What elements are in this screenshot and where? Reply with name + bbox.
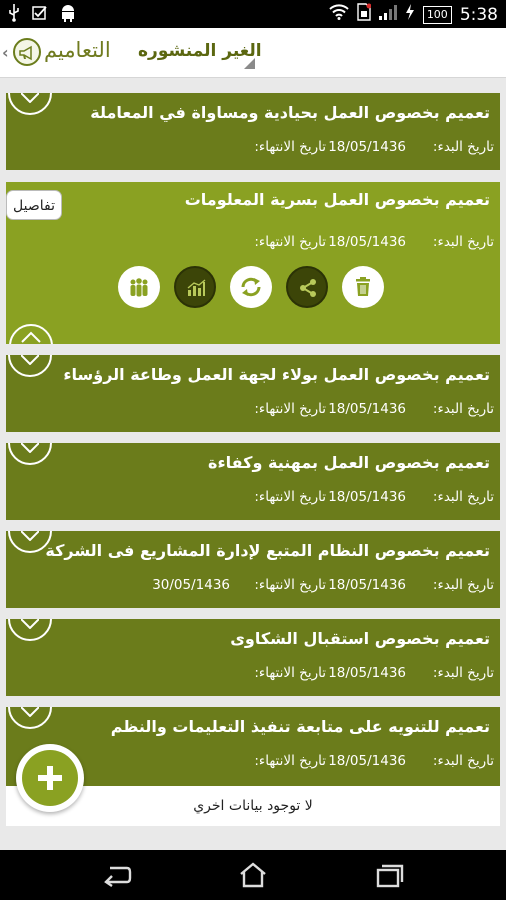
start-date-label: تاريخ البدء: xyxy=(432,489,494,505)
dropdown-caret-icon[interactable] xyxy=(244,58,255,69)
status-bar: 100 5:38 xyxy=(0,0,506,28)
circular-title: تعميم بخصوص استقبال الشكاوى xyxy=(230,629,490,648)
circular-card[interactable]: تعميم بخصوص العمل بمهنية وكفاءة تاريخ ال… xyxy=(6,443,500,520)
start-date-label: تاريخ البدء: xyxy=(432,577,494,593)
wifi-icon xyxy=(329,4,349,25)
circular-title: تعميم بخصوص النظام المتبع لإدارة المشاري… xyxy=(45,541,490,560)
circular-title: تعميم بخصوص العمل بولاء لجهة العمل وطاعة… xyxy=(63,365,490,384)
action-bar: ‹ التعاميم الغير المنشوره xyxy=(0,28,506,78)
expand-arrow-icon[interactable] xyxy=(8,443,52,465)
start-date-label: تاريخ البدء: xyxy=(432,401,494,417)
circular-card[interactable]: تعميم بخصوص النظام المتبع لإدارة المشاري… xyxy=(6,531,500,608)
circular-dates: تاريخ البدء: 18/05/1436 تاريخ الانتهاء: xyxy=(24,139,494,159)
collapse-arrow-icon[interactable] xyxy=(9,324,53,344)
usb-icon xyxy=(8,4,20,27)
page-title: التعاميم xyxy=(44,38,111,62)
signal-icon xyxy=(378,4,397,25)
add-button[interactable] xyxy=(16,744,84,812)
circulars-list[interactable]: تعميم بخصوص العمل بحيادية ومساواة في الم… xyxy=(0,78,506,850)
start-date-value: 18/05/1436 xyxy=(328,577,406,593)
stats-icon[interactable] xyxy=(174,266,216,308)
plus-icon xyxy=(22,750,78,806)
back-icon[interactable] xyxy=(102,862,132,888)
circular-title: تعميم بخصوص العمل بحيادية ومساواة في الم… xyxy=(90,103,490,122)
circular-dates: تاريخ البدء: 18/05/1436 تاريخ الانتهاء: xyxy=(24,234,494,254)
circular-card[interactable]: تعميم بخصوص استقبال الشكاوى تاريخ البدء:… xyxy=(6,619,500,696)
start-date-value: 18/05/1436 xyxy=(328,665,406,681)
start-date-value: 18/05/1436 xyxy=(328,234,406,250)
charging-icon xyxy=(405,4,415,25)
end-date-label: تاريخ الانتهاء: xyxy=(254,489,326,505)
users-icon[interactable] xyxy=(118,266,160,308)
navigation-bar xyxy=(0,850,506,900)
start-date-label: تاريخ البدء: xyxy=(432,665,494,681)
start-date-value: 18/05/1436 xyxy=(328,401,406,417)
checkbox-icon xyxy=(32,5,48,26)
trash-icon[interactable] xyxy=(342,266,384,308)
chevron-left-icon[interactable]: ‹ xyxy=(2,43,9,62)
circular-card-selected[interactable]: تعميم بخصوص العمل بسرية المعلومات تفاصيل… xyxy=(6,182,500,344)
home-icon[interactable] xyxy=(238,862,268,888)
end-date-label: تاريخ الانتهاء: xyxy=(254,401,326,417)
megaphone-icon[interactable] xyxy=(13,38,41,66)
circular-title: تعميم بخصوص العمل بسرية المعلومات xyxy=(184,190,490,209)
start-date-value: 18/05/1436 xyxy=(328,139,406,155)
end-date-label: تاريخ الانتهاء: xyxy=(254,139,326,155)
expand-arrow-icon[interactable] xyxy=(8,619,52,641)
expand-arrow-icon[interactable] xyxy=(8,707,52,729)
battery-icon: 100 xyxy=(422,5,452,24)
end-date-label: تاريخ الانتهاء: xyxy=(254,753,326,769)
card-actions xyxy=(118,266,388,310)
circular-dates: تاريخ البدء: 18/05/1436 تاريخ الانتهاء: … xyxy=(24,577,494,597)
end-date-label: تاريخ الانتهاء: xyxy=(254,577,326,593)
details-button[interactable]: تفاصيل xyxy=(6,190,62,220)
expand-arrow-icon[interactable] xyxy=(8,93,52,115)
circular-dates: تاريخ البدء: 18/05/1436 تاريخ الانتهاء: xyxy=(24,489,494,509)
circular-title: تعميم للتنويه على متابعة تنفيذ التعليمات… xyxy=(110,717,490,736)
circular-card[interactable]: تعميم بخصوص العمل بحيادية ومساواة في الم… xyxy=(6,93,500,170)
start-date-value: 18/05/1436 xyxy=(328,753,406,769)
sim-icon xyxy=(357,3,372,26)
refresh-icon[interactable] xyxy=(230,266,272,308)
android-icon xyxy=(60,4,76,27)
share-icon[interactable] xyxy=(286,266,328,308)
circular-title: تعميم بخصوص العمل بمهنية وكفاءة xyxy=(208,453,490,472)
clock: 5:38 xyxy=(459,4,498,25)
end-date-label: تاريخ الانتهاء: xyxy=(254,234,326,250)
circular-card[interactable]: تعميم بخصوص العمل بولاء لجهة العمل وطاعة… xyxy=(6,355,500,432)
start-date-label: تاريخ البدء: xyxy=(432,234,494,250)
circular-dates: تاريخ البدء: 18/05/1436 تاريخ الانتهاء: xyxy=(24,665,494,685)
end-date-value: 30/05/1436 xyxy=(152,577,230,593)
start-date-value: 18/05/1436 xyxy=(328,489,406,505)
end-date-label: تاريخ الانتهاء: xyxy=(254,665,326,681)
recent-apps-icon[interactable] xyxy=(374,862,404,888)
start-date-label: تاريخ البدء: xyxy=(432,753,494,769)
expand-arrow-icon[interactable] xyxy=(8,355,52,377)
circular-dates: تاريخ البدء: 18/05/1436 تاريخ الانتهاء: xyxy=(24,401,494,421)
start-date-label: تاريخ البدء: xyxy=(432,139,494,155)
circular-dates: تاريخ البدء: 18/05/1436 تاريخ الانتهاء: xyxy=(24,753,494,773)
